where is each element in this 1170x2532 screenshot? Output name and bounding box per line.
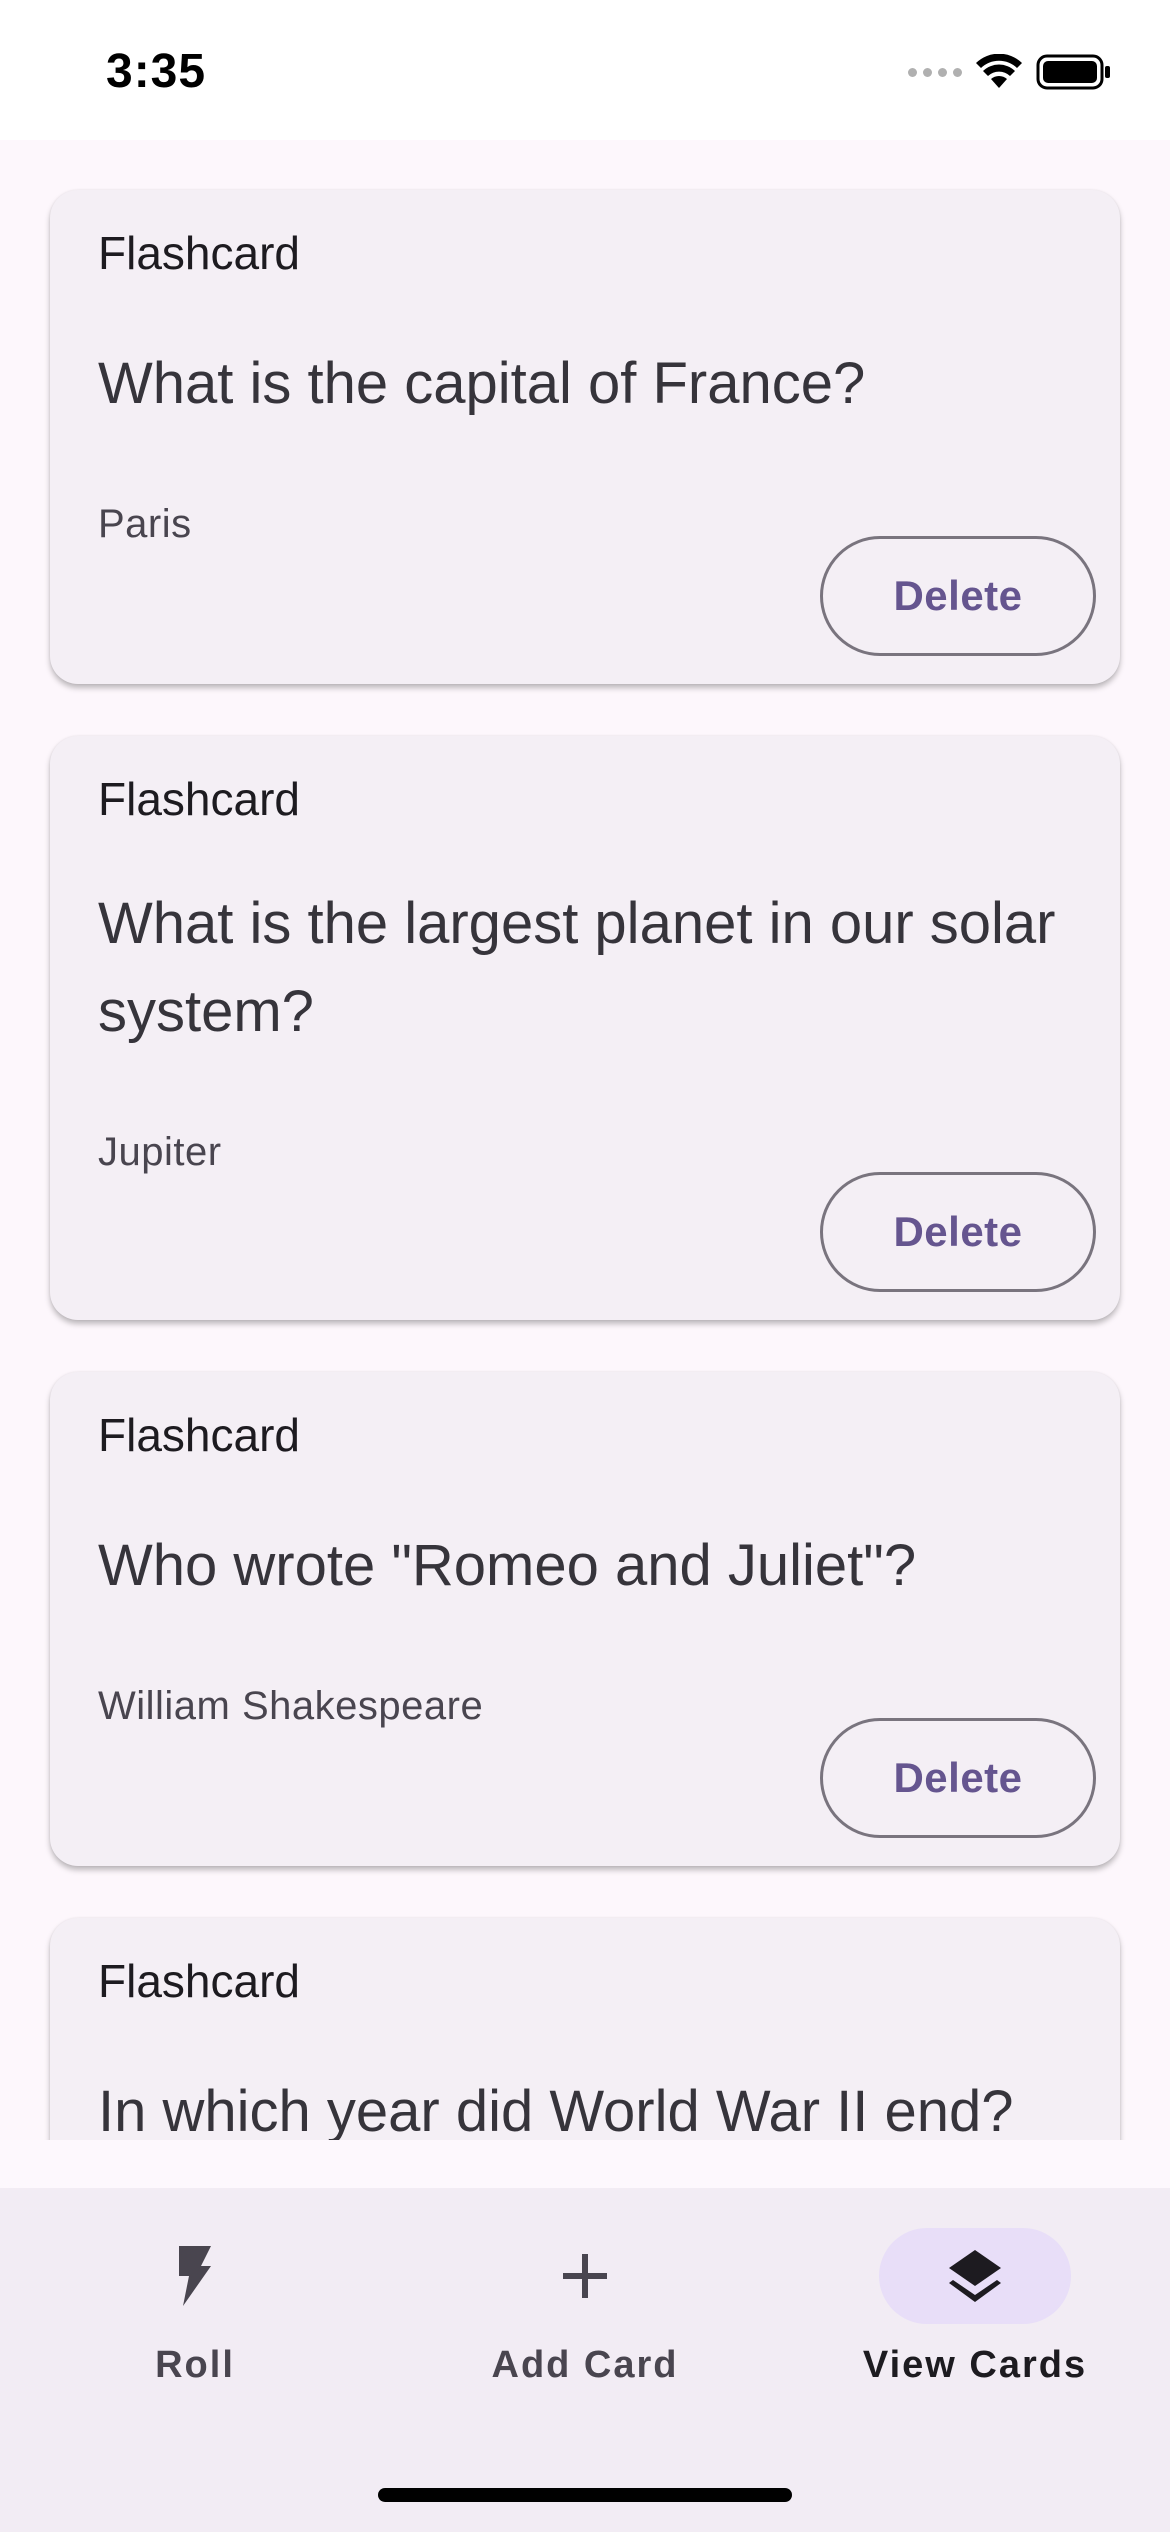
nav-label: View Cards	[862, 2344, 1088, 2386]
nav-label: Add Card	[491, 2344, 679, 2386]
delete-button[interactable]: Delete	[820, 1718, 1096, 1838]
wifi-icon	[976, 54, 1022, 88]
flashcard: Flashcard In which year did World War II…	[50, 1918, 1120, 2140]
nav-item-add-card[interactable]: Add Card	[390, 2228, 780, 2398]
card-answer: Paris	[98, 502, 192, 546]
status-time: 3:35	[106, 45, 207, 98]
nav-item-view-cards[interactable]: View Cards	[780, 2228, 1170, 2398]
flashcard: Flashcard What is the capital of France?…	[50, 190, 1120, 684]
delete-button[interactable]: Delete	[820, 1172, 1096, 1292]
card-question: What is the capital of France?	[98, 351, 866, 416]
card-question: What is the largest planet in our solar …	[98, 891, 1056, 1044]
card-label: Flashcard	[98, 1955, 300, 2007]
battery-icon	[1036, 54, 1110, 90]
card-label: Flashcard	[98, 1409, 300, 1461]
card-answer: William Shakespeare	[98, 1684, 484, 1728]
cellular-signal-icon	[908, 67, 962, 77]
card-list[interactable]: Flashcard What is the capital of France?…	[0, 140, 1170, 2140]
nav-item-roll[interactable]: Roll	[0, 2228, 390, 2398]
flashcard: Flashcard What is the largest planet in …	[50, 736, 1120, 1320]
bottom-navigation: Roll Add Card View Cards	[0, 2188, 1170, 2532]
nav-indicator	[99, 2228, 291, 2324]
plus-icon	[563, 2254, 607, 2298]
card-label: Flashcard	[98, 773, 300, 825]
card-question: In which year did World War II end?	[98, 2079, 1014, 2140]
card-label: Flashcard	[98, 227, 300, 279]
flashcard: Flashcard Who wrote "Romeo and Juliet"? …	[50, 1372, 1120, 1866]
bolt-icon	[179, 2246, 211, 2306]
card-answer: Jupiter	[98, 1130, 222, 1174]
delete-button[interactable]: Delete	[820, 536, 1096, 656]
home-indicator[interactable]	[378, 2488, 792, 2502]
card-question: Who wrote "Romeo and Juliet"?	[98, 1533, 917, 1598]
status-icons	[908, 52, 1112, 92]
nav-active-indicator	[879, 2228, 1071, 2324]
nav-label: Roll	[155, 2344, 235, 2386]
nav-indicator	[489, 2228, 681, 2324]
layers-icon	[949, 2250, 1001, 2302]
status-bar: 3:35	[0, 0, 1170, 140]
